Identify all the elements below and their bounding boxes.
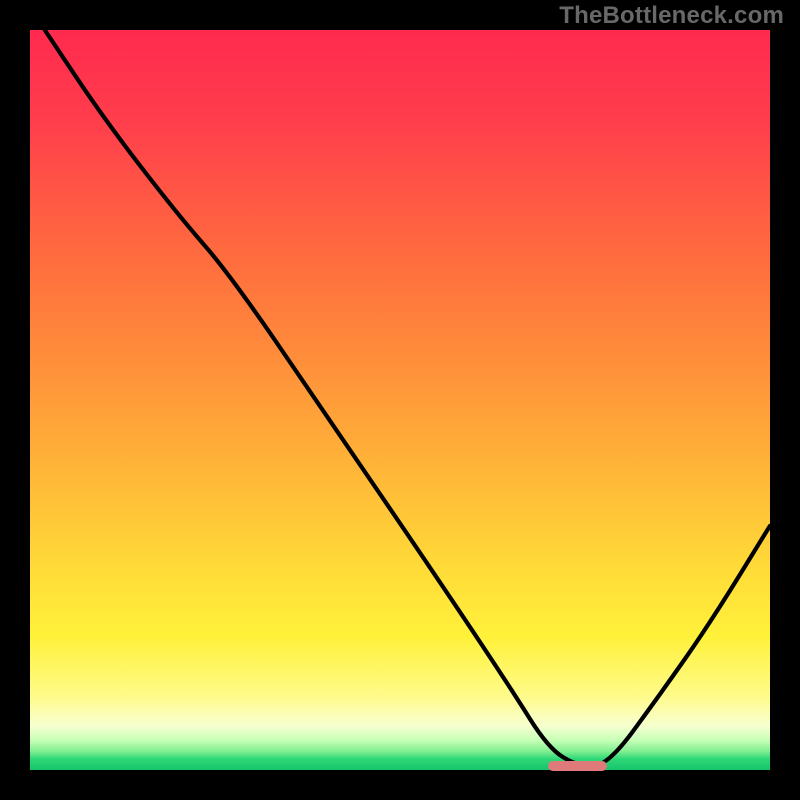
bottleneck-curve — [30, 30, 770, 770]
plot-area — [30, 30, 770, 770]
watermark-text: TheBottleneck.com — [559, 2, 784, 30]
chart-frame: TheBottleneck.com — [0, 0, 800, 800]
optimal-range-marker — [548, 761, 607, 771]
